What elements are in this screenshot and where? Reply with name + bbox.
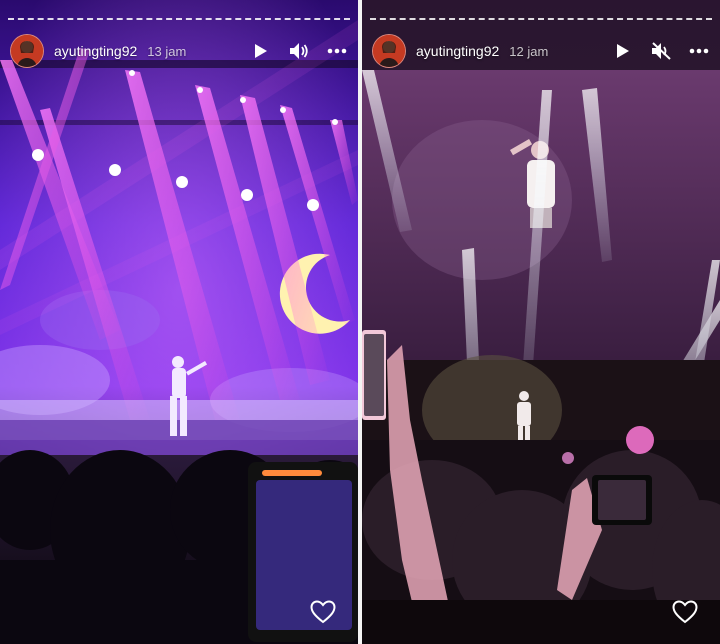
avatar-image [373,35,405,67]
story-panel-2[interactable]: ayutingting92 12 jam [362,0,720,644]
heart-icon[interactable] [310,600,336,624]
more-icon[interactable] [688,40,710,62]
heart-icon[interactable] [672,600,698,624]
avatar[interactable] [10,34,44,68]
post-time: 12 jam [509,43,549,59]
username[interactable]: ayutingting92 [54,43,137,59]
story-progress-bar [370,18,712,22]
username[interactable]: ayutingting92 [416,43,499,59]
story-panel-1[interactable]: ayutingting92 13 jam [0,0,358,644]
more-icon[interactable] [326,40,348,62]
play-icon[interactable] [612,40,634,62]
speaker-muted-icon[interactable] [650,40,672,62]
story-controls [250,40,348,62]
story-controls [612,40,710,62]
avatar-image [11,35,43,67]
concert-photo-big-screen [362,0,720,644]
speaker-icon[interactable] [288,40,310,62]
story-header: ayutingting92 12 jam [372,34,710,68]
story-header: ayutingting92 13 jam [10,34,348,68]
play-icon[interactable] [250,40,272,62]
post-time: 13 jam [147,43,187,59]
avatar[interactable] [372,34,406,68]
story-progress-bar [8,18,350,22]
concert-photo-purple-stage [0,0,358,644]
